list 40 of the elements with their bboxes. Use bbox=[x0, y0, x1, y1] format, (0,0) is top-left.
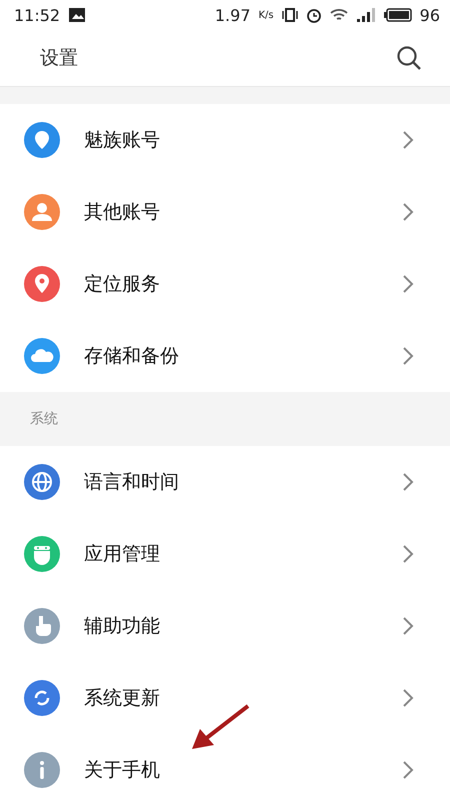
chevron-right-icon bbox=[402, 688, 414, 708]
settings-item[interactable]: 应用管理 bbox=[0, 518, 450, 590]
clock-time: 11:52 bbox=[14, 6, 60, 24]
battery-percent: 96 bbox=[420, 6, 440, 24]
speed-unit: K/s bbox=[258, 10, 274, 20]
search-icon bbox=[396, 45, 422, 71]
section-header: 系统 bbox=[30, 410, 58, 428]
chevron-right-icon bbox=[402, 760, 414, 780]
chevron-right-icon bbox=[402, 130, 414, 150]
settings-item[interactable]: 其他账号 bbox=[0, 176, 450, 248]
item-label: 存储和备份 bbox=[84, 344, 180, 369]
settings-item[interactable]: 魅族账号 bbox=[0, 104, 450, 176]
settings-item[interactable]: 关于手机 bbox=[0, 734, 450, 800]
chevron-right-icon bbox=[402, 202, 414, 222]
settings-item[interactable]: 定位服务 bbox=[0, 248, 450, 320]
image-icon bbox=[68, 7, 86, 23]
item-label: 其他账号 bbox=[84, 200, 161, 225]
alarm-clock-icon bbox=[306, 7, 322, 23]
chevron-right-icon bbox=[402, 274, 414, 294]
item-label: 关于手机 bbox=[84, 758, 161, 783]
item-label: 语言和时间 bbox=[84, 470, 180, 495]
signal-icon bbox=[356, 7, 376, 23]
chevron-right-icon bbox=[402, 544, 414, 564]
network-speed: 1.97 bbox=[214, 6, 250, 24]
annotation-arrow-drawing bbox=[190, 702, 252, 752]
settings-item[interactable]: 存储和备份 bbox=[0, 320, 450, 392]
vibrate-icon bbox=[282, 7, 298, 23]
item-label: 定位服务 bbox=[84, 272, 161, 297]
page-title: 设置 bbox=[40, 46, 78, 71]
battery-icon bbox=[384, 7, 412, 23]
item-label: 辅助功能 bbox=[84, 614, 161, 639]
chevron-right-icon bbox=[402, 472, 414, 492]
item-label: 魅族账号 bbox=[84, 128, 161, 153]
settings-item[interactable]: 语言和时间 bbox=[0, 446, 450, 518]
item-label: 系统更新 bbox=[84, 686, 161, 711]
settings-item[interactable]: 系统更新 bbox=[0, 662, 450, 734]
chevron-right-icon bbox=[402, 346, 414, 366]
chevron-right-icon bbox=[402, 616, 414, 636]
settings-item[interactable]: 辅助功能 bbox=[0, 590, 450, 662]
item-label: 应用管理 bbox=[84, 542, 161, 567]
